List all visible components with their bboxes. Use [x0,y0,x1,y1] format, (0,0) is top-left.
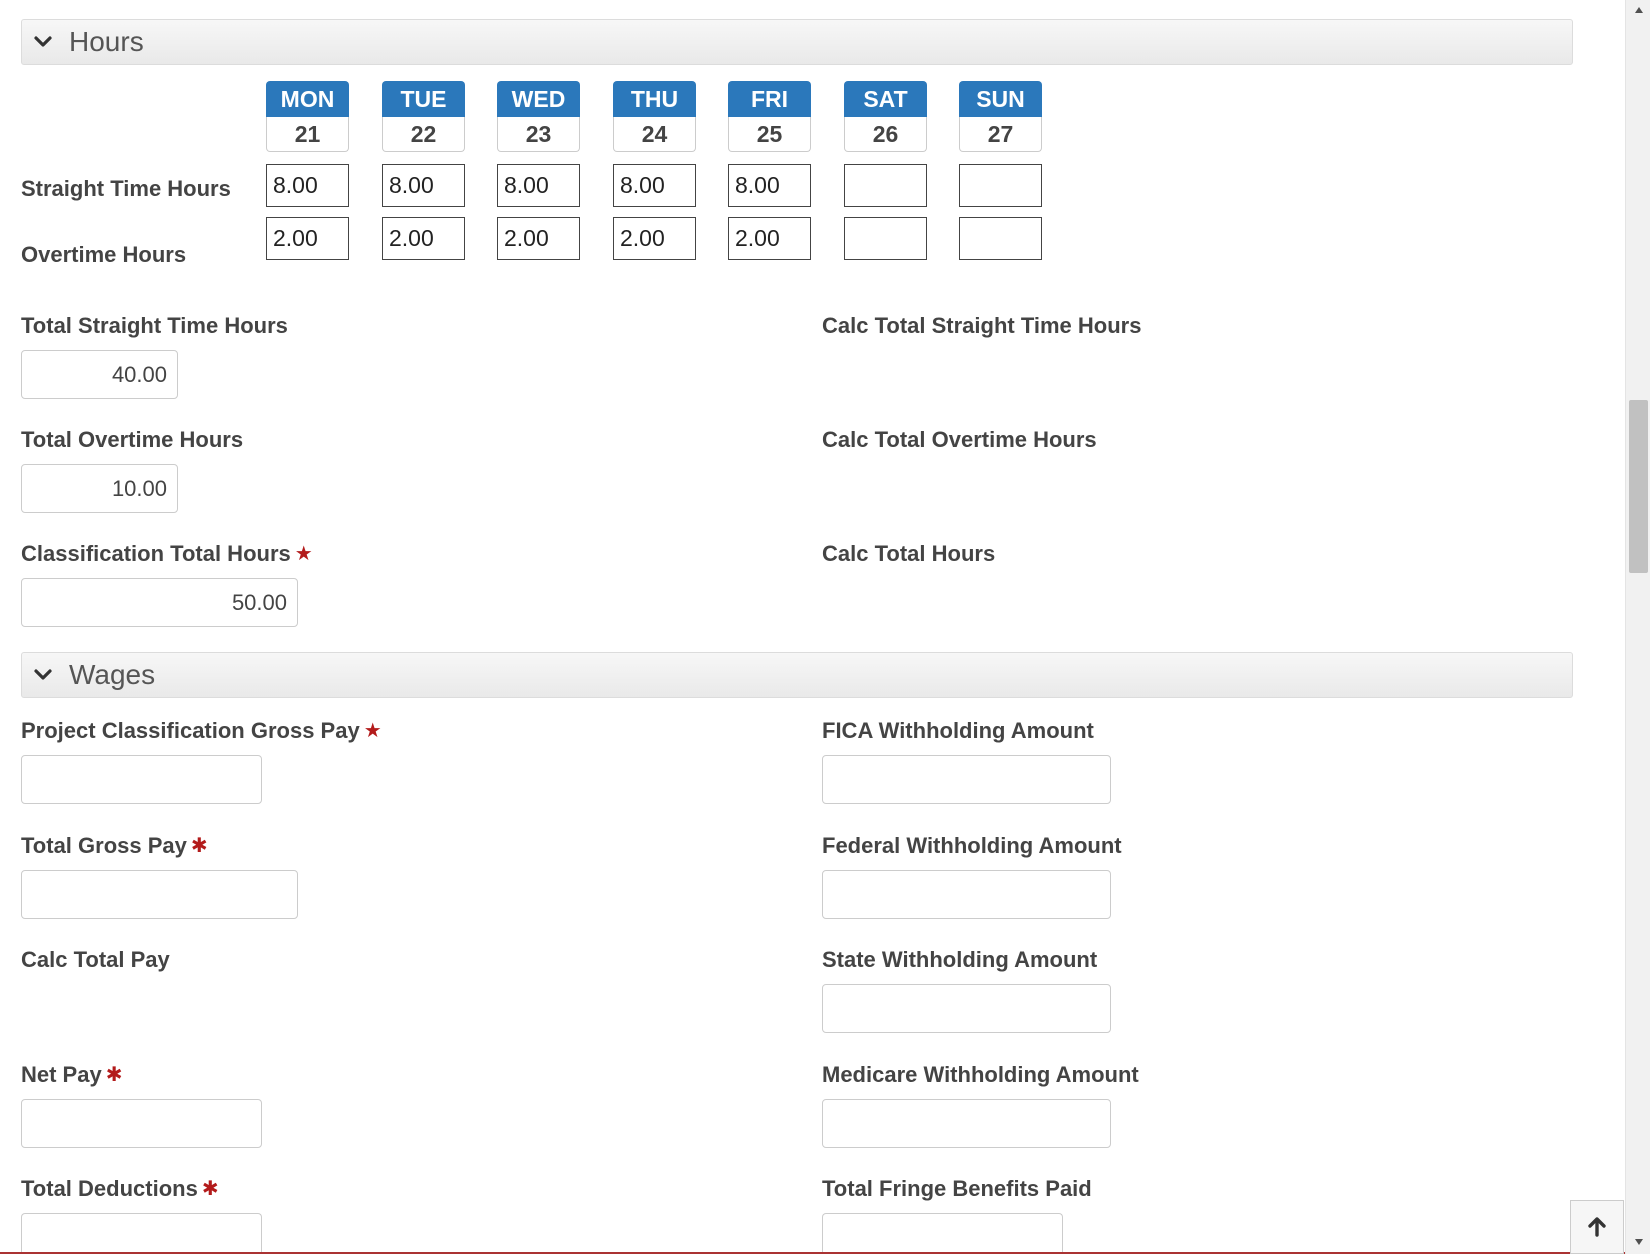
overtime-wed-input[interactable] [497,217,580,260]
day-date: 26 [844,117,927,152]
federal-withholding-amount-input[interactable] [822,870,1111,919]
total-overtime-hours-input[interactable] [21,464,178,513]
required-star-icon: ✱ [190,835,208,857]
day-name: SUN [959,81,1042,117]
day-name: THU [613,81,696,117]
total-gross-pay-label: Total Gross Pay ✱ [21,833,208,859]
total-overtime-hours-label: Total Overtime Hours [21,427,244,452]
day-header-fri: FRI 25 [728,81,811,152]
chevron-down-icon [34,36,52,47]
day-date: 21 [266,117,349,152]
federal-withholding-amount-label: Federal Withholding Amount [822,833,1122,858]
classification-total-hours-input[interactable] [21,578,298,627]
scroll-down-arrow-icon[interactable] [1626,1232,1650,1252]
day-header-mon: MON 21 [266,81,349,152]
straight-time-tue-input[interactable] [382,164,465,207]
day-name: FRI [728,81,811,117]
arrow-up-icon [1588,1217,1606,1237]
day-date: 23 [497,117,580,152]
timesheet-form: Hours MON 21 TUE 22 WED 23 THU 24 FRI 25… [0,0,1625,1254]
overtime-thu-input[interactable] [613,217,696,260]
day-header-sun: SUN 27 [959,81,1042,152]
required-star-icon: ✱ [105,1064,123,1086]
hours-section-title: Hours [69,26,144,57]
day-name: WED [497,81,580,117]
straight-time-thu-input[interactable] [613,164,696,207]
total-straight-time-hours-input[interactable] [21,350,178,399]
day-name: MON [266,81,349,117]
day-date: 27 [959,117,1042,152]
overtime-fri-input[interactable] [728,217,811,260]
straight-time-hours-label: Straight Time Hours [21,176,231,201]
required-star-icon: ★ [363,720,382,742]
total-fringe-benefits-paid-input[interactable] [822,1213,1063,1254]
overtime-sun-input[interactable] [959,217,1042,260]
classification-total-hours-label: Classification Total Hours ★ [21,541,313,567]
medicare-withholding-amount-input[interactable] [822,1099,1111,1148]
total-deductions-input[interactable] [21,1213,262,1254]
scrollbar-thumb[interactable] [1629,400,1648,573]
net-pay-text: Net Pay [21,1062,102,1087]
wages-section-header[interactable]: Wages [21,652,1573,698]
straight-time-mon-input[interactable] [266,164,349,207]
classification-total-hours-text: Classification Total Hours [21,541,291,566]
total-straight-time-hours-label: Total Straight Time Hours [21,313,288,338]
straight-time-sat-input[interactable] [844,164,927,207]
calc-total-straight-time-hours-label: Calc Total Straight Time Hours [822,313,1142,338]
total-deductions-text: Total Deductions [21,1176,198,1201]
fica-withholding-amount-input[interactable] [822,755,1111,804]
hours-section-header[interactable]: Hours [21,19,1573,65]
calc-total-pay-label: Calc Total Pay [21,947,170,972]
project-classification-gross-pay-input[interactable] [21,755,262,804]
day-date: 24 [613,117,696,152]
fica-withholding-amount-label: FICA Withholding Amount [822,718,1094,743]
required-star-icon: ★ [294,543,313,565]
day-header-tue: TUE 22 [382,81,465,152]
straight-time-fri-input[interactable] [728,164,811,207]
vertical-scrollbar[interactable] [1625,0,1650,1254]
straight-time-sun-input[interactable] [959,164,1042,207]
back-to-top-button[interactable] [1570,1200,1624,1254]
day-header-wed: WED 23 [497,81,580,152]
project-classification-gross-pay-text: Project Classification Gross Pay [21,718,360,743]
wages-section-title: Wages [69,659,156,690]
total-gross-pay-input[interactable] [21,870,298,919]
overtime-tue-input[interactable] [382,217,465,260]
medicare-withholding-amount-label: Medicare Withholding Amount [822,1062,1139,1087]
total-deductions-label: Total Deductions ✱ [21,1176,219,1202]
calc-total-overtime-hours-label: Calc Total Overtime Hours [822,427,1097,452]
state-withholding-amount-label: State Withholding Amount [822,947,1098,972]
day-header-thu: THU 24 [613,81,696,152]
scroll-up-arrow-icon[interactable] [1626,0,1650,20]
overtime-mon-input[interactable] [266,217,349,260]
overtime-hours-label: Overtime Hours [21,242,187,267]
project-classification-gross-pay-label: Project Classification Gross Pay ★ [21,718,382,744]
straight-time-wed-input[interactable] [497,164,580,207]
day-name: SAT [844,81,927,117]
required-star-icon: ✱ [201,1178,219,1200]
chevron-down-icon [34,669,52,680]
total-fringe-benefits-paid-label: Total Fringe Benefits Paid [822,1176,1092,1201]
overtime-sat-input[interactable] [844,217,927,260]
calc-total-hours-label: Calc Total Hours [822,541,996,566]
day-date: 22 [382,117,465,152]
day-header-sat: SAT 26 [844,81,927,152]
net-pay-label: Net Pay ✱ [21,1062,122,1088]
total-gross-pay-text: Total Gross Pay [21,833,187,858]
day-name: TUE [382,81,465,117]
day-date: 25 [728,117,811,152]
net-pay-input[interactable] [21,1099,262,1148]
state-withholding-amount-input[interactable] [822,984,1111,1033]
